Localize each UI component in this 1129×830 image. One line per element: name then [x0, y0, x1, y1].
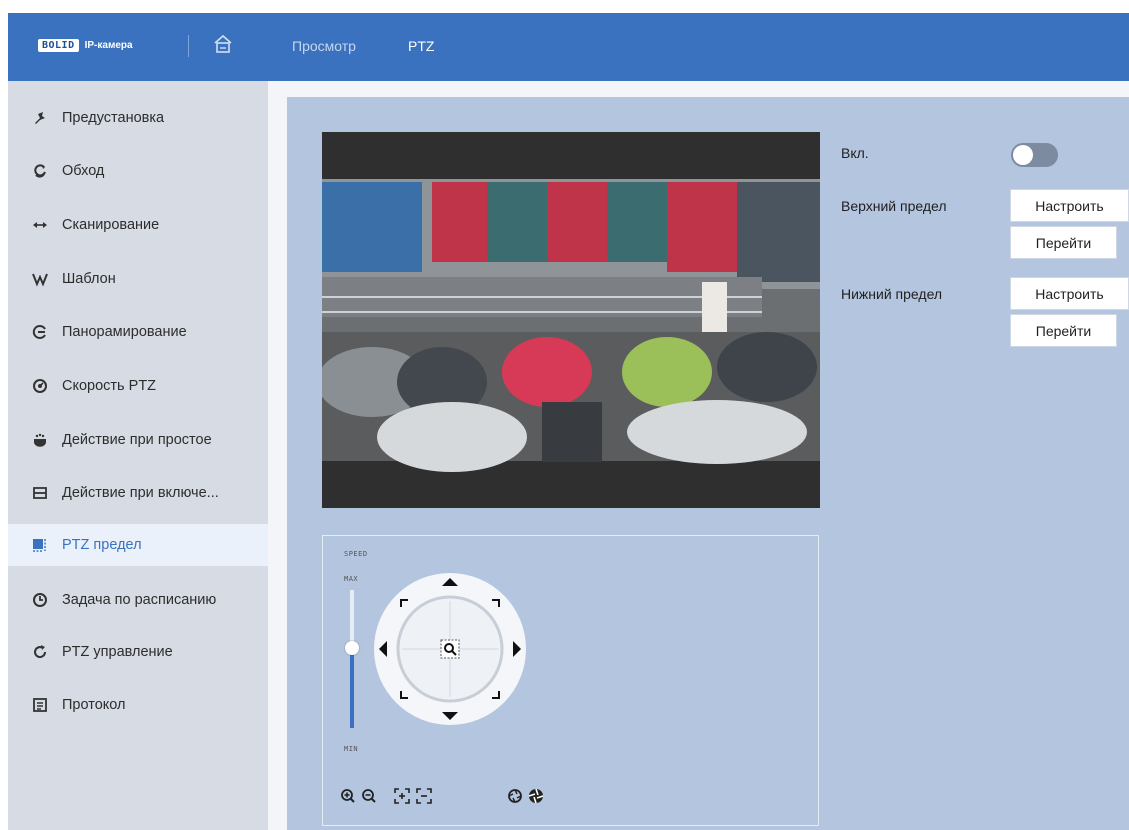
upper-set-button[interactable]: Настроить [1010, 189, 1129, 222]
lower-set-button[interactable]: Настроить [1010, 277, 1129, 310]
limit-icon [32, 537, 48, 553]
sidebar-item-label: Панорамирование [62, 324, 187, 340]
sidebar-item-label: Задача по расписанию [62, 592, 217, 608]
sidebar-item-ptz-control[interactable]: PTZ управление [8, 632, 268, 672]
speed-icon [32, 378, 48, 394]
iris-open-icon[interactable] [505, 786, 525, 806]
clock-icon [32, 592, 48, 608]
upper-limit-label: Верхний предел [841, 198, 947, 214]
sidebar-item-speed[interactable]: Скорость PTZ [8, 366, 268, 406]
pattern-icon [32, 271, 48, 287]
sidebar-item-label: Действие при включе... [62, 485, 219, 501]
sidebar-item-label: PTZ управление [62, 644, 173, 660]
upper-go-button[interactable]: Перейти [1010, 226, 1117, 259]
header-divider [188, 35, 189, 57]
camera-frame [317, 132, 820, 508]
sidebar-item-schedule[interactable]: Задача по расписанию [8, 580, 268, 620]
sidebar-item-label: Предустановка [62, 110, 165, 126]
sidebar-item-tour[interactable]: Обход [8, 151, 268, 191]
brand-logo: BOLID IP-камера [38, 39, 133, 52]
scan-arrows-icon [32, 217, 48, 233]
sidebar-item-label: Шаблон [62, 271, 116, 287]
tab-ptz[interactable]: PTZ [408, 38, 434, 54]
power-up-icon [32, 485, 48, 501]
logo-mark: BOLID [38, 39, 79, 52]
idle-icon [32, 432, 48, 448]
focus-far-icon[interactable] [414, 786, 434, 806]
ptz-direction-pad[interactable] [372, 571, 528, 727]
sidebar-item-protocol[interactable]: Протокол [8, 685, 268, 725]
sidebar-item-power-up[interactable]: Действие при включе... [8, 473, 268, 513]
speed-slider-fill [350, 649, 354, 728]
lower-go-button[interactable]: Перейти [1010, 314, 1117, 347]
sidebar-item-ptz-limit[interactable]: PTZ предел [8, 524, 270, 566]
refresh-icon [32, 644, 48, 660]
zoom-out-icon[interactable] [359, 786, 379, 806]
speed-label: SPEED [344, 550, 368, 558]
sidebar-item-label: Действие при простое [62, 432, 212, 448]
home-icon[interactable] [212, 33, 234, 55]
sidebar-item-label: Сканирование [62, 217, 160, 233]
tab-preview[interactable]: Просмотр [292, 38, 356, 54]
pin-icon [32, 110, 48, 126]
sidebar-item-scan[interactable]: Сканирование [8, 205, 268, 245]
auto-focus-icon[interactable] [440, 639, 460, 659]
sidebar-item-pan[interactable]: Панорамирование [8, 312, 268, 352]
sidebar-item-label: Скорость PTZ [62, 378, 157, 394]
iris-close-icon[interactable] [526, 786, 546, 806]
logo-subtitle: IP-камера [84, 40, 133, 51]
sidebar-item-pattern[interactable]: Шаблон [8, 259, 268, 299]
protocol-icon [32, 697, 48, 713]
sidebar-item-label: PTZ предел [62, 537, 142, 553]
sidebar-item-idle[interactable]: Действие при простое [8, 420, 268, 460]
sidebar-item-preset[interactable]: Предустановка [8, 98, 268, 138]
zoom-in-icon[interactable] [338, 786, 358, 806]
speed-slider-handle[interactable] [345, 641, 359, 655]
video-preview[interactable] [317, 132, 820, 508]
toggle-knob [1013, 145, 1033, 165]
enable-label: Вкл. [841, 145, 869, 161]
tour-icon [32, 163, 48, 179]
focus-near-icon[interactable] [392, 786, 412, 806]
lower-limit-label: Нижний предел [841, 286, 943, 302]
enable-toggle[interactable] [1011, 143, 1058, 167]
sidebar-item-label: Обход [62, 163, 105, 179]
speed-min-label: MIN [344, 745, 359, 753]
sidebar-item-label: Протокол [62, 697, 126, 713]
pan-icon [32, 324, 48, 340]
speed-max-label: MAX [344, 575, 359, 583]
top-bar [8, 13, 1129, 81]
